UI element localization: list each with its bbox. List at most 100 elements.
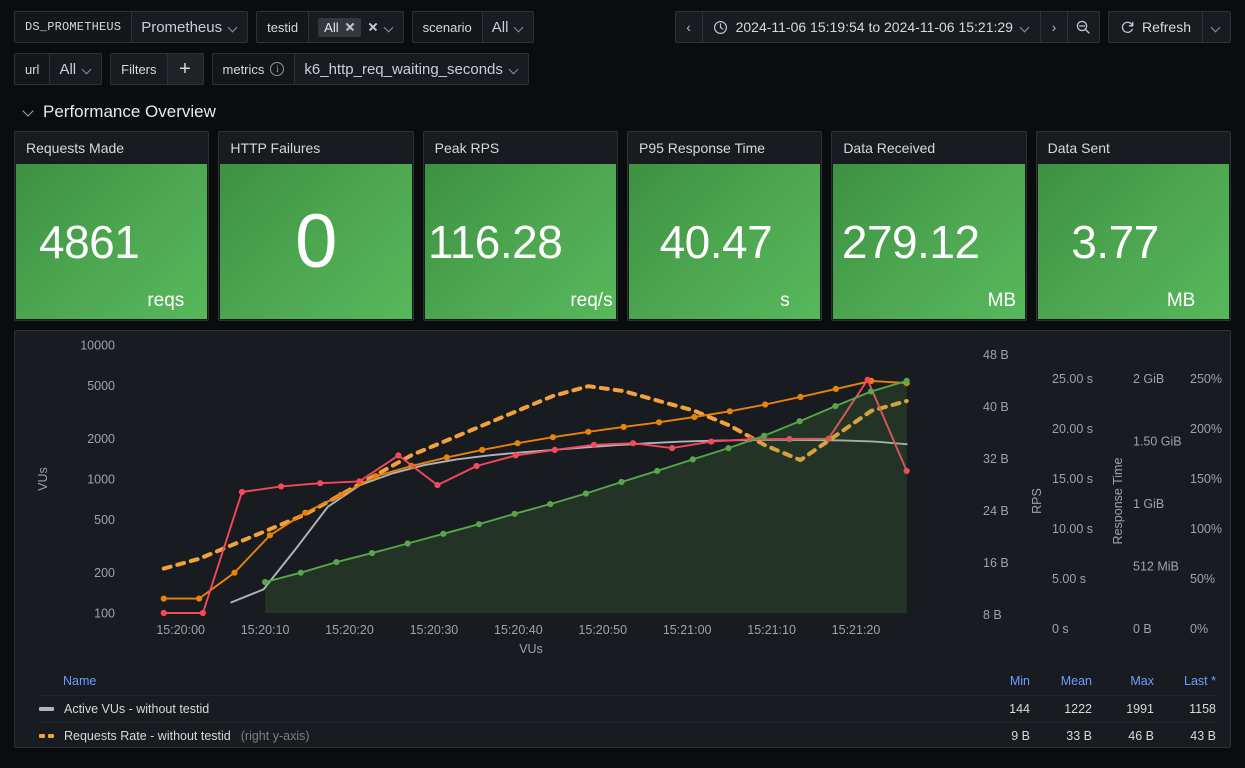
series-point xyxy=(585,428,592,435)
stat-panel-body: 0 xyxy=(220,164,412,319)
legend-col-3[interactable]: Max xyxy=(1092,669,1154,696)
scenario-value-text: All xyxy=(491,18,509,36)
series-point xyxy=(337,491,344,499)
svg-text:0 B: 0 B xyxy=(1133,622,1152,636)
datasource-variable[interactable]: DS_PROMETHEUS Prometheus xyxy=(14,11,249,43)
time-range-display[interactable]: 2024-11-06 15:19:54 to 2024-11-06 15:21:… xyxy=(701,12,1041,42)
stat-panel-5[interactable]: Data Sent 3.77 MB xyxy=(1035,131,1231,321)
series-color-swatch xyxy=(39,707,54,711)
filters-variable[interactable]: Filters + xyxy=(110,53,204,85)
chevron-down-icon xyxy=(24,107,34,117)
svg-text:15.00 s: 15.00 s xyxy=(1052,472,1093,486)
series-point xyxy=(317,480,324,487)
chevron-down-icon xyxy=(1212,23,1221,32)
stat-unit: MB xyxy=(987,290,1017,311)
legend-row[interactable]: Requests Rate - without testid (right y-a… xyxy=(39,722,1216,747)
clear-testid-icon[interactable] xyxy=(368,22,378,32)
legend-col-4[interactable]: Last * xyxy=(1154,669,1216,696)
toolbar-row-2: url All Filters + metrics i k6_http_req_… xyxy=(14,50,1245,88)
legend-series-name-cell[interactable]: Active VUs - without testid xyxy=(39,695,968,723)
time-shift-forward-button[interactable]: › xyxy=(1041,12,1067,42)
svg-text:VUs: VUs xyxy=(36,467,50,491)
time-shift-back-button[interactable]: ‹ xyxy=(676,12,702,42)
legend-col-1[interactable]: Min xyxy=(968,669,1030,696)
zoom-out-icon xyxy=(1077,20,1091,34)
stat-panel-2[interactable]: Peak RPS 116.28 req/s xyxy=(422,131,618,321)
plot-svg[interactable]: 100 200 500 1000 2000 5000 10000 VUs 15:20:00 15:… xyxy=(15,331,1231,654)
legend-series-name-cell[interactable]: Requests Rate - without testid (right y-a… xyxy=(39,722,968,747)
svg-text:VUs: VUs xyxy=(519,642,543,653)
series-point xyxy=(196,595,203,602)
remove-pill-icon[interactable] xyxy=(345,22,355,32)
svg-text:50%: 50% xyxy=(1190,572,1215,586)
testid-variable-value[interactable]: All xyxy=(309,12,403,42)
url-variable-value[interactable]: All xyxy=(50,54,102,84)
stat-panel-3[interactable]: P95 Response Time 40.47 s xyxy=(626,131,823,321)
stat-value: 3.77 xyxy=(1071,215,1159,268)
metrics-variable[interactable]: metrics i k6_http_req_waiting_seconds xyxy=(211,53,529,85)
testid-selected-pill[interactable]: All xyxy=(318,17,361,37)
refresh-interval-button[interactable] xyxy=(1202,12,1230,42)
svg-text:RPS: RPS xyxy=(1030,488,1044,514)
series-point xyxy=(511,510,518,517)
svg-text:512 MiB: 512 MiB xyxy=(1133,560,1179,574)
series-point xyxy=(395,452,402,459)
series-point xyxy=(551,446,558,453)
series-point xyxy=(691,413,698,421)
row-header-performance-overview[interactable]: Performance Overview xyxy=(0,88,1245,131)
series-point xyxy=(864,376,871,383)
url-variable[interactable]: url All xyxy=(14,53,103,85)
svg-text:15:21:00: 15:21:00 xyxy=(663,623,712,637)
stat-panel-4[interactable]: Data Received 279.12 MB xyxy=(831,131,1027,321)
url-value-text: All xyxy=(59,60,77,78)
scenario-variable[interactable]: scenario All xyxy=(411,11,535,43)
stat-value: 4861 xyxy=(39,215,140,268)
chevron-down-icon xyxy=(229,23,238,32)
svg-text:2 GiB: 2 GiB xyxy=(1133,372,1164,386)
datasource-variable-value[interactable]: Prometheus xyxy=(132,12,248,42)
legend-body: Active VUs - without testid 144 1222 1991 11… xyxy=(39,695,1216,747)
stat-value: 0 xyxy=(295,198,337,284)
stat-panel-title: Requests Made xyxy=(26,140,125,156)
metrics-label-text: metrics xyxy=(222,61,265,77)
series-point xyxy=(620,423,627,430)
series-point xyxy=(266,532,273,539)
svg-text:Response Time: Response Time xyxy=(1111,458,1125,545)
zoom-out-button[interactable] xyxy=(1066,12,1099,42)
time-range-text: 2024-11-06 15:19:54 to 2024-11-06 15:21:… xyxy=(735,19,1013,35)
chevron-down-icon xyxy=(385,23,394,32)
scenario-variable-value[interactable]: All xyxy=(482,12,534,42)
series-point xyxy=(238,488,246,496)
svg-text:24 B: 24 B xyxy=(983,504,1009,518)
svg-text:20.00 s: 20.00 s xyxy=(1052,422,1093,436)
series-point xyxy=(333,559,340,566)
stat-panel-1[interactable]: HTTP Failures 0 xyxy=(218,131,414,321)
series-point xyxy=(867,388,875,395)
legend-row[interactable]: Active VUs - without testid 144 1222 1991 11… xyxy=(39,695,1216,723)
svg-text:10000: 10000 xyxy=(80,339,115,353)
legend-mean: 1222 xyxy=(1030,695,1092,723)
series-point xyxy=(372,473,380,480)
plot-area[interactable]: 100 200 500 1000 2000 5000 10000 VUs 15:20:00 15:… xyxy=(15,331,1231,654)
svg-text:10.00 s: 10.00 s xyxy=(1052,522,1093,536)
info-icon[interactable]: i xyxy=(270,62,285,76)
legend-series-axis-note: (right y-axis) xyxy=(240,729,310,743)
chevron-down-icon xyxy=(510,65,519,74)
metrics-variable-value[interactable]: k6_http_req_waiting_seconds xyxy=(295,54,528,84)
metrics-variable-label: metrics i xyxy=(212,54,296,84)
legend-col-0[interactable]: Name xyxy=(39,669,968,696)
testid-variable[interactable]: testid All xyxy=(256,11,404,43)
legend-col-2[interactable]: Mean xyxy=(1030,669,1092,696)
legend-series-name: Active VUs - without testid xyxy=(64,702,210,716)
stat-panel-title: Peak RPS xyxy=(434,140,500,156)
stat-panel-0[interactable]: Requests Made 4861 reqs xyxy=(14,131,210,321)
add-filter-button[interactable]: + xyxy=(166,54,203,84)
time-range-picker[interactable]: ‹ 2024-11-06 15:19:54 to 2024-11-06 15:2… xyxy=(674,11,1100,43)
series-point xyxy=(796,418,803,425)
legend-header-row: Name Min Mean Max Last * xyxy=(39,669,1216,696)
series-point xyxy=(434,482,441,489)
series-point xyxy=(832,403,839,410)
refresh-button[interactable]: Refresh xyxy=(1109,12,1202,42)
legend-series-name: Requests Rate - without testid xyxy=(64,729,231,743)
refresh-control[interactable]: Refresh xyxy=(1107,11,1231,43)
